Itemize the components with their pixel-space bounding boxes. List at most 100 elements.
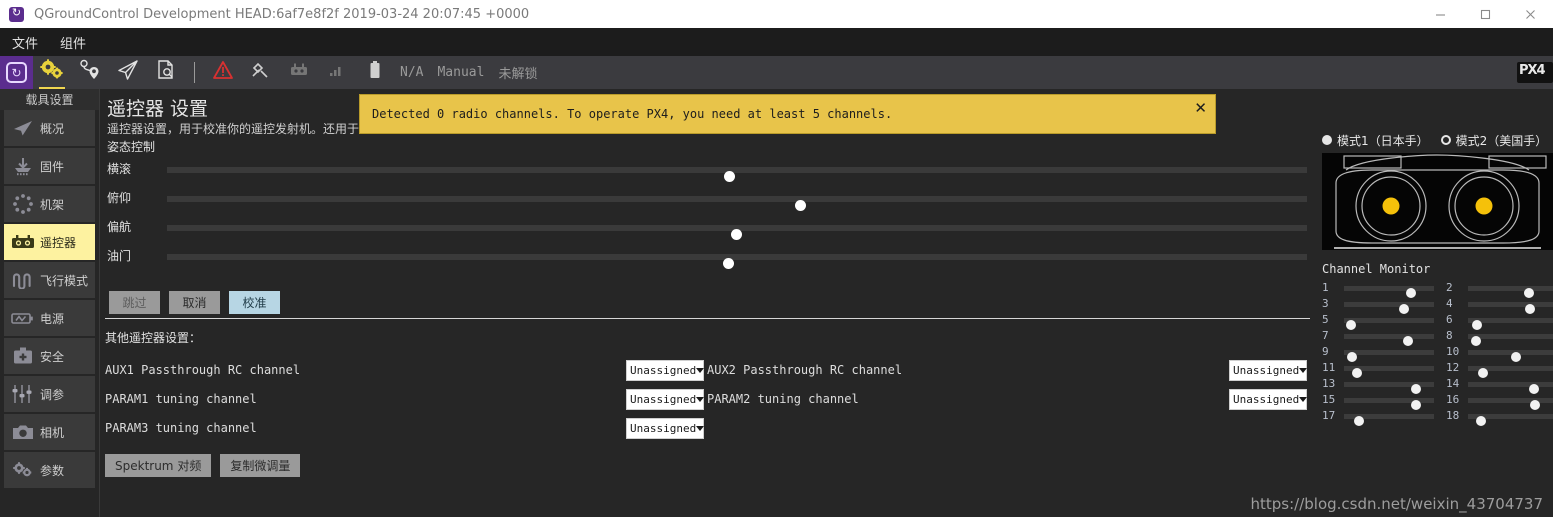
sidebar-item-tuning[interactable]: 调参	[4, 376, 95, 412]
toolbar-divider	[194, 62, 195, 83]
channel-bar-9	[1344, 350, 1434, 362]
sidebar-item-airframe[interactable]: 机架	[4, 186, 95, 222]
param1-channel-select[interactable]: Unassigned	[626, 389, 705, 410]
toolbar-analyze-button[interactable]	[147, 56, 185, 89]
toolbar-gps-button[interactable]	[242, 56, 280, 89]
cancel-button[interactable]: 取消	[169, 291, 220, 314]
calibrate-button[interactable]: 校准	[229, 291, 280, 314]
menu-item-file[interactable]: 文件	[12, 33, 38, 52]
pitch-slider-track[interactable]	[167, 196, 1307, 211]
channel-row: 13 14	[1322, 376, 1553, 394]
sidebar-item-camera[interactable]: 相机	[4, 414, 95, 450]
slider-row-pitch: 俯仰	[105, 188, 1321, 217]
close-button[interactable]	[1508, 0, 1553, 28]
sidebar-item-power[interactable]: 电源	[4, 300, 95, 336]
qgc-logo-icon	[9, 5, 24, 22]
toolbar-battery-button[interactable]	[356, 56, 394, 89]
skip-button[interactable]: 跳过	[109, 291, 160, 314]
roll-slider-track[interactable]	[167, 167, 1307, 182]
attitude-slider-group: 横滚 俯仰 偏航 油门	[105, 159, 1321, 275]
battery-level-text: N/A	[400, 65, 424, 80]
slider-row-roll: 横滚	[105, 159, 1321, 188]
sidebar-item-safety[interactable]: 安全	[4, 338, 95, 374]
throttle-slider-track[interactable]	[167, 254, 1307, 269]
channel-monitor-grid: 1 2 3 4 5 6 7 8 9 10 11 12 13 14 15 16 1…	[1322, 280, 1553, 426]
battery-icon	[10, 306, 36, 330]
frame-dots-icon	[10, 192, 36, 216]
channel-row: 9 10	[1322, 344, 1553, 362]
channel-bar-3	[1344, 302, 1434, 314]
aux1-channel-select[interactable]: Unassigned	[626, 360, 705, 381]
radio-setup-panel: 遥控器 设置 遥控器设置，用于校准你的遥控发射机。还用于 姿态控制 横滚 俯仰 …	[101, 89, 1321, 517]
rc-controller-icon	[288, 61, 310, 84]
channel-number: 10	[1446, 345, 1460, 358]
camera-icon	[10, 420, 36, 444]
vehicle-setup-sidebar: 载具设置 概况 固件 机架 遥控器 飞行模式 电源 安全 调参 相机 参数	[0, 89, 100, 517]
param3-label: PARAM3 tuning channel	[105, 421, 257, 435]
qgc-home-icon: ↻	[6, 62, 27, 83]
sidebar-label: 安全	[40, 349, 65, 364]
channel-bar-14	[1468, 382, 1553, 394]
sidebar-label: 固件	[40, 159, 65, 174]
param1-channel-value: Unassigned	[630, 393, 697, 406]
banner-message: Detected 0 radio channels. To operate PX…	[372, 107, 893, 121]
toolbar-warning-button[interactable]	[204, 56, 242, 89]
slider-label: 油门	[107, 249, 132, 263]
toolbar-fly-button[interactable]	[109, 56, 147, 89]
param3-channel-select[interactable]: Unassigned	[626, 418, 705, 439]
channel-bar-7	[1344, 334, 1434, 346]
sidebar-item-firmware[interactable]: 固件	[4, 148, 95, 184]
toolbar-telemetry-button[interactable]	[318, 56, 356, 89]
close-icon[interactable]: ✕	[1194, 101, 1207, 116]
rc-radio-icon	[10, 230, 36, 254]
sidebar-item-parameters[interactable]: 参数	[4, 452, 95, 488]
copy-trims-button[interactable]: 复制微调量	[220, 454, 301, 477]
param2-channel-value: Unassigned	[1233, 393, 1300, 406]
channel-dot-17	[1354, 416, 1365, 426]
channel-row: 3 4	[1322, 296, 1553, 314]
right-panel: 模式1（日本手） 模式2（美国手） Channel Monitor 1 2 3 …	[1322, 130, 1553, 517]
chevron-down-icon	[696, 397, 705, 402]
roll-slider-knob[interactable]	[724, 171, 736, 182]
sidebar-label: 参数	[40, 463, 65, 478]
pitch-slider-knob[interactable]	[794, 200, 806, 211]
aux2-label: AUX2 Passthrough RC channel	[707, 363, 903, 377]
battery-icon	[368, 60, 382, 85]
main-toolbar: ↻ N/A Manual 未解锁 PX4	[0, 56, 1553, 89]
sidebar-item-radio[interactable]: 遥控器	[4, 224, 95, 260]
mode1-radio[interactable]	[1322, 135, 1332, 145]
sidebar-title: 载具设置	[0, 89, 99, 110]
yaw-slider-knob[interactable]	[730, 229, 742, 240]
stick-diagram	[1322, 153, 1553, 250]
maximize-button[interactable]	[1463, 0, 1508, 28]
mode2-label: 模式2（美国手）	[1455, 133, 1548, 148]
aux2-channel-value: Unassigned	[1233, 364, 1300, 377]
toolbar-rc-button[interactable]	[280, 56, 318, 89]
sidebar-label: 机架	[40, 197, 65, 212]
window-title: QGroundControl Development HEAD:6af7e8f2…	[34, 6, 530, 22]
aux2-channel-select[interactable]: Unassigned	[1229, 360, 1308, 381]
spektrum-bind-button[interactable]: Spektrum 对频	[105, 454, 212, 477]
channel-number: 3	[1322, 297, 1329, 310]
menu-item-widgets[interactable]: 组件	[60, 33, 86, 52]
qgc-home-button[interactable]: ↻	[0, 56, 33, 89]
channel-bar-8	[1468, 334, 1553, 346]
calibration-button-row: 跳过 取消 校准	[105, 291, 1321, 314]
settings-row-param12: PARAM1 tuning channel Unassigned PARAM2 …	[105, 389, 1310, 418]
channel-bar-18	[1468, 414, 1553, 426]
waveform-icon	[10, 268, 36, 292]
arm-state-text[interactable]: 未解锁	[498, 63, 537, 82]
channel-number: 16	[1446, 393, 1460, 406]
chevron-down-icon	[1299, 368, 1308, 373]
sidebar-item-flight-modes[interactable]: 飞行模式	[4, 262, 95, 298]
toolbar-settings-button[interactable]	[33, 56, 71, 89]
param2-channel-select[interactable]: Unassigned	[1229, 389, 1308, 410]
throttle-slider-knob[interactable]	[722, 258, 734, 269]
mode2-radio[interactable]	[1440, 135, 1451, 145]
plan-waypoints-icon	[78, 59, 102, 86]
sidebar-item-summary[interactable]: 概况	[4, 110, 95, 146]
minimize-button[interactable]	[1418, 0, 1463, 28]
yaw-slider-track[interactable]	[167, 225, 1307, 240]
toolbar-plan-button[interactable]	[71, 56, 109, 89]
flight-mode-text[interactable]: Manual	[437, 65, 484, 80]
